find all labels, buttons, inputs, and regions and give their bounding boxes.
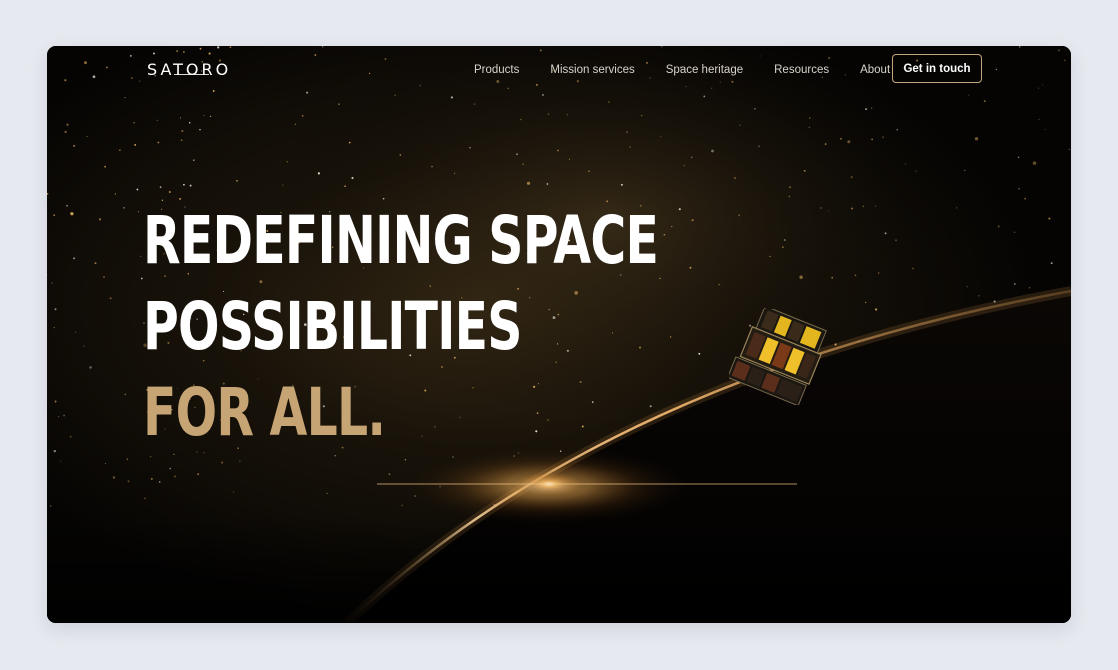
- get-in-touch-button[interactable]: Get in touch: [892, 54, 982, 83]
- logo-underline: [174, 74, 209, 75]
- headline-line-3: FOR ALL.: [143, 374, 386, 451]
- nav-item-products[interactable]: Products: [474, 64, 519, 76]
- nav-item-about[interactable]: About: [860, 64, 890, 76]
- brand-logo[interactable]: SATORO: [147, 60, 231, 80]
- headline-line-2: POSSIBILITIES: [143, 288, 522, 365]
- satellite-icon: [729, 309, 827, 405]
- nav-item-space-heritage[interactable]: Space heritage: [666, 64, 743, 76]
- hero-headline: REDEFINING SPACE POSSIBILITIES FOR ALL.: [143, 198, 659, 456]
- hero-window: SATORO Products Mission services Space h…: [47, 46, 1071, 623]
- nav-item-mission-services[interactable]: Mission services: [550, 64, 634, 76]
- headline-line-1: REDEFINING SPACE: [143, 202, 659, 279]
- nav-item-resources[interactable]: Resources: [774, 64, 829, 76]
- main-nav: Products Mission services Space heritage…: [474, 62, 921, 77]
